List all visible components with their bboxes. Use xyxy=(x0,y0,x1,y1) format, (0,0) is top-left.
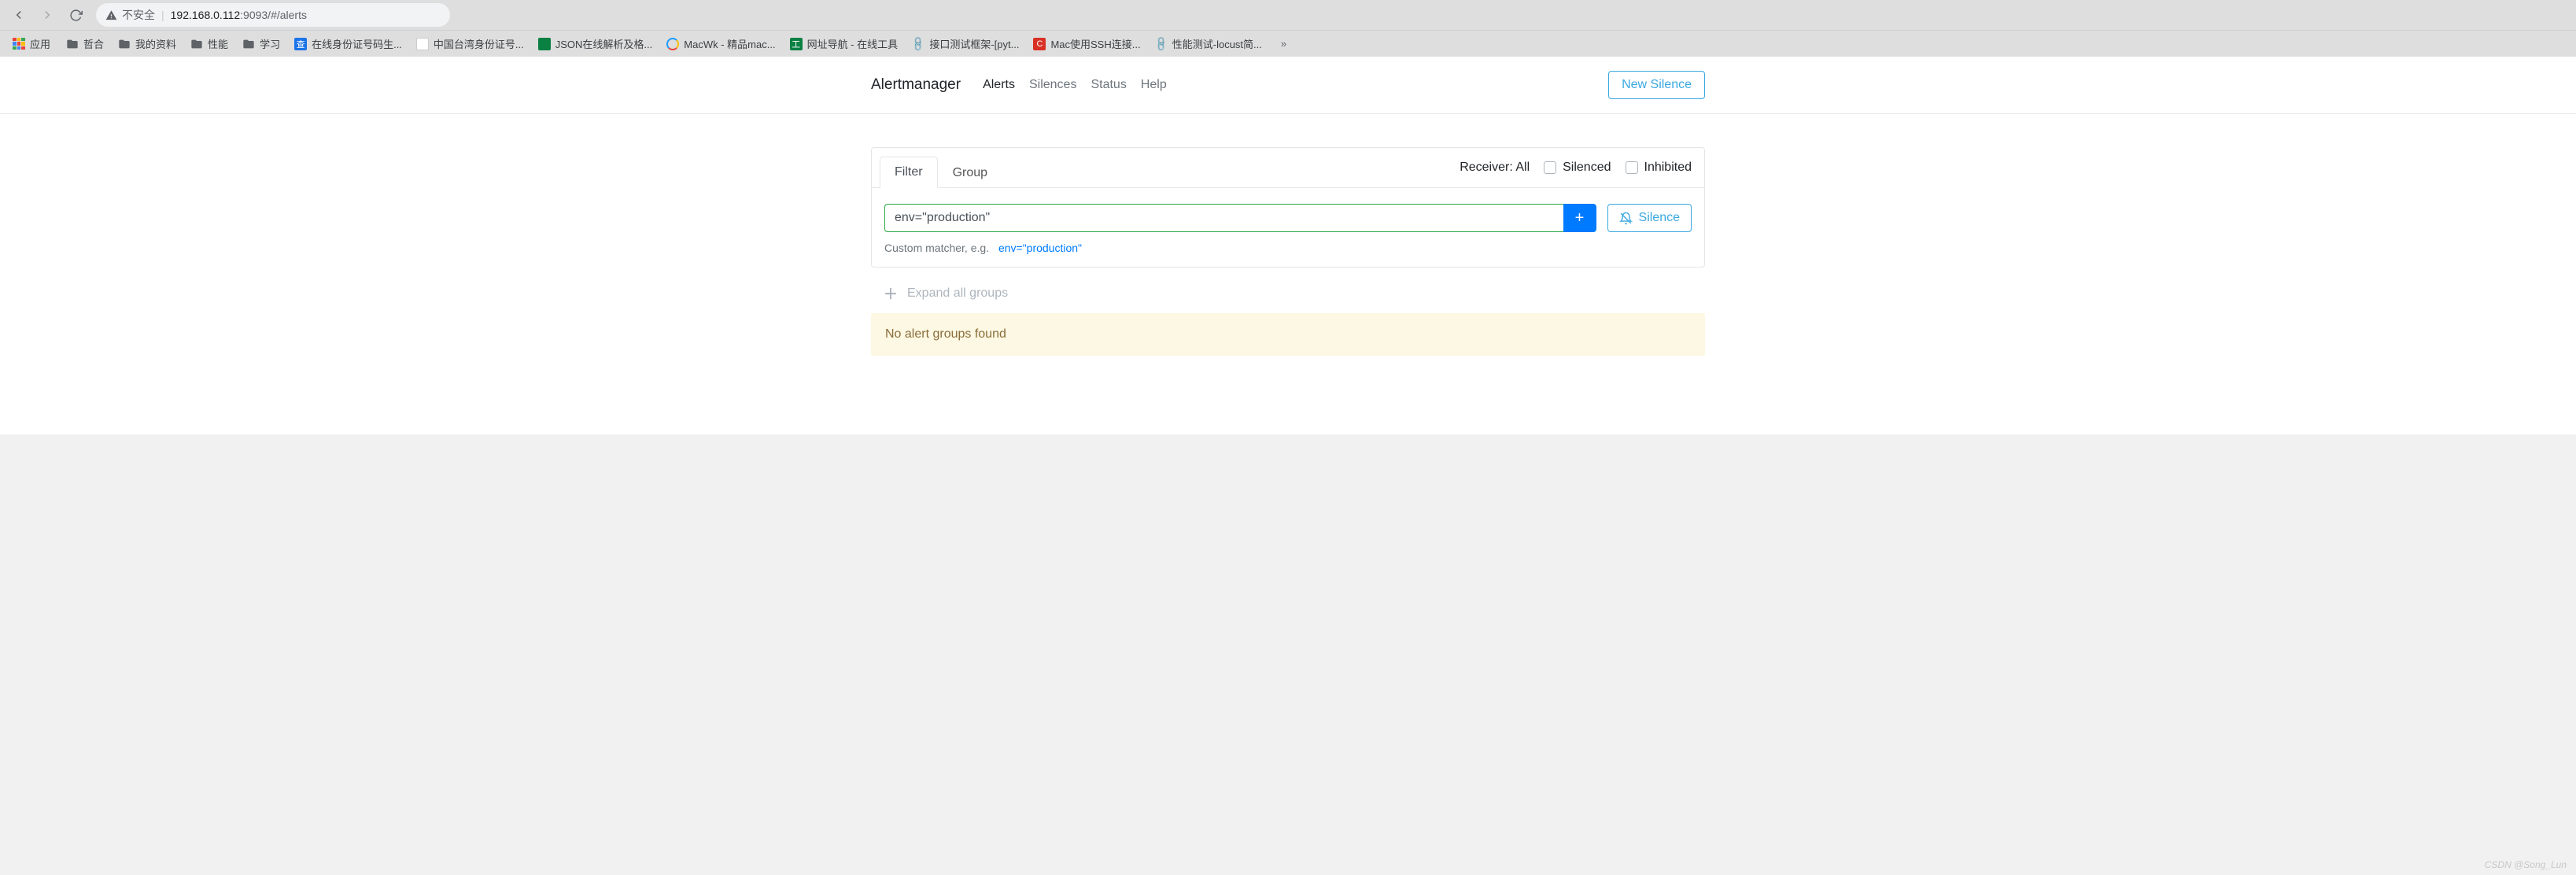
silence-button-label: Silence xyxy=(1639,211,1680,225)
expand-all-button[interactable]: ＋ Expand all groups xyxy=(871,268,1705,313)
inhibited-checkbox[interactable]: Inhibited xyxy=(1626,161,1692,175)
filter-right-controls: Receiver: All Silenced Inhibited xyxy=(1460,161,1692,183)
favicon: 工 xyxy=(790,38,803,50)
tab-group[interactable]: Group xyxy=(938,157,1002,188)
insecure-indicator: 不安全 xyxy=(105,7,155,23)
main-container: Filter Group Receiver: All Silenced Inhi… xyxy=(871,114,1705,356)
nav-alerts[interactable]: Alerts xyxy=(983,78,1015,92)
bookmark-item[interactable]: 🔗接口测试框架-[pyt... xyxy=(906,33,1025,54)
filter-help-example[interactable]: env="production" xyxy=(998,242,1082,254)
checkbox-icon xyxy=(1544,161,1556,174)
insecure-label: 不安全 xyxy=(122,7,155,23)
apps-button[interactable]: 应用 xyxy=(6,33,57,54)
checkbox-icon xyxy=(1626,161,1638,174)
link-icon: 🔗 xyxy=(910,35,928,53)
bookmarks-overflow[interactable]: » xyxy=(1275,35,1293,53)
new-silence-button[interactable]: New Silence xyxy=(1608,71,1705,99)
bookmark-item[interactable]: 中国台湾身份证号... xyxy=(410,33,530,54)
bookmark-label: 性能 xyxy=(208,36,228,51)
bookmark-label: 哲合 xyxy=(83,36,104,51)
bookmark-item[interactable]: 🔗性能测试-locust简... xyxy=(1149,33,1268,54)
watermark: CSDN @Song_Lun xyxy=(2485,859,2567,870)
nav-status[interactable]: Status xyxy=(1091,78,1126,92)
bookmark-label: Mac使用SSH连接... xyxy=(1050,36,1140,51)
bookmarks-bar: 应用 哲合我的资料性能学习查在线身份证号码生...中国台湾身份证号...JSON… xyxy=(0,30,2576,57)
bookmark-label: 接口测试框架-[pyt... xyxy=(929,36,1019,51)
plus-icon: ＋ xyxy=(884,283,898,304)
app-nav: Alerts Silences Status Help xyxy=(983,78,1167,92)
filter-body: + Silence Custom matcher, e.g. env="prod… xyxy=(872,188,1704,267)
silenced-checkbox[interactable]: Silenced xyxy=(1544,161,1611,175)
tab-filter[interactable]: Filter xyxy=(880,157,938,188)
empty-message: No alert groups found xyxy=(885,327,1006,341)
bookmark-label: 我的资料 xyxy=(135,36,176,51)
add-filter-button[interactable]: + xyxy=(1563,204,1596,232)
back-button[interactable] xyxy=(6,2,31,28)
inhibited-label: Inhibited xyxy=(1644,161,1692,175)
silenced-label: Silenced xyxy=(1563,161,1611,175)
filter-card: Filter Group Receiver: All Silenced Inhi… xyxy=(871,147,1705,268)
reload-button[interactable] xyxy=(63,2,88,28)
bell-off-icon xyxy=(1619,212,1633,225)
filter-help-text: Custom matcher, e.g. env="production" xyxy=(884,242,1692,254)
bookmark-item[interactable]: MacWk - 精品mac... xyxy=(660,33,781,54)
bookmark-label: JSON在线解析及格... xyxy=(555,36,653,51)
address-bar[interactable]: 不安全 | 192.168.0.112:9093/#/alerts xyxy=(96,3,450,27)
bookmark-label: 性能测试-locust简... xyxy=(1172,36,1262,51)
bookmark-item[interactable]: 工网址导航 - 在线工具 xyxy=(784,33,905,54)
folder-icon xyxy=(66,38,79,50)
bookmark-item[interactable]: 性能 xyxy=(184,33,234,54)
nav-silences[interactable]: Silences xyxy=(1029,78,1076,92)
filter-input-group: + xyxy=(884,204,1596,232)
forward-button[interactable] xyxy=(35,2,60,28)
bookmark-label: MacWk - 精品mac... xyxy=(684,36,775,51)
silence-button[interactable]: Silence xyxy=(1607,204,1692,232)
omnibox-separator: | xyxy=(161,9,164,21)
apps-grid-icon xyxy=(13,38,25,50)
favicon xyxy=(666,38,679,50)
app-brand: Alertmanager xyxy=(871,76,961,94)
bookmark-item[interactable]: 学习 xyxy=(236,33,286,54)
apps-label: 应用 xyxy=(30,36,50,51)
folder-icon xyxy=(118,38,131,50)
empty-state-warning: No alert groups found xyxy=(871,313,1705,356)
page-viewport: Alertmanager Alerts Silences Status Help… xyxy=(0,57,2576,434)
plus-icon: + xyxy=(1575,209,1585,227)
expand-label: Expand all groups xyxy=(907,286,1008,301)
favicon xyxy=(538,38,551,50)
bookmark-label: 学习 xyxy=(260,36,280,51)
app-header: Alertmanager Alerts Silences Status Help… xyxy=(0,57,2576,114)
bookmark-item[interactable]: 我的资料 xyxy=(112,33,183,54)
filter-input[interactable] xyxy=(884,204,1563,232)
bookmark-item[interactable]: C Mac使用SSH连接... xyxy=(1027,33,1146,54)
bookmark-item[interactable]: JSON在线解析及格... xyxy=(532,33,659,54)
folder-icon xyxy=(190,38,203,50)
card-tabs-row: Filter Group Receiver: All Silenced Inhi… xyxy=(872,148,1704,188)
browser-toolbar: 不安全 | 192.168.0.112:9093/#/alerts xyxy=(0,0,2576,30)
bookmark-item[interactable]: 查在线身份证号码生... xyxy=(288,33,408,54)
url-text: 192.168.0.112:9093/#/alerts xyxy=(171,9,307,21)
folder-icon xyxy=(242,38,255,50)
nav-help[interactable]: Help xyxy=(1141,78,1167,92)
browser-chrome: 不安全 | 192.168.0.112:9093/#/alerts 应用 哲合 我… xyxy=(0,0,2576,57)
receiver-label: Receiver: All xyxy=(1460,161,1530,175)
link-icon: 🔗 xyxy=(1152,35,1170,53)
favicon xyxy=(416,38,429,50)
bookmark-item[interactable]: 哲合 xyxy=(60,33,110,54)
bookmark-label: 中国台湾身份证号... xyxy=(434,36,524,51)
favicon: 查 xyxy=(294,38,307,50)
bookmark-label: 网址导航 - 在线工具 xyxy=(807,36,899,51)
bookmark-label: 在线身份证号码生... xyxy=(312,36,402,51)
favicon: C xyxy=(1033,38,1046,50)
